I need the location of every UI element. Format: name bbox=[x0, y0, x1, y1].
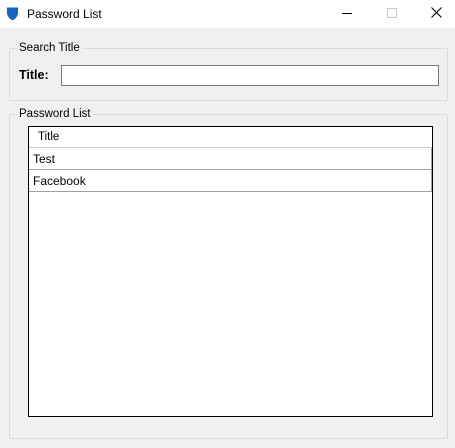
maximize-icon bbox=[386, 7, 397, 21]
password-list-view[interactable]: Title Test Facebook bbox=[28, 126, 433, 417]
list-item[interactable]: Test bbox=[29, 148, 432, 170]
shield-icon bbox=[6, 6, 19, 21]
minimize-button[interactable] bbox=[324, 0, 369, 28]
minimize-icon bbox=[341, 7, 352, 21]
maximize-button[interactable] bbox=[369, 0, 414, 28]
title-label: Title: bbox=[19, 68, 49, 82]
list-header: Title bbox=[29, 127, 432, 148]
search-title-legend: Search Title bbox=[17, 41, 82, 55]
password-list-legend: Password List bbox=[17, 107, 93, 121]
list-item-label: Facebook bbox=[33, 174, 86, 188]
title-search-input[interactable] bbox=[61, 65, 439, 86]
close-button[interactable] bbox=[414, 0, 455, 28]
window-title: Password List bbox=[27, 7, 102, 21]
column-header-title[interactable]: Title bbox=[38, 131, 59, 143]
list-item[interactable]: Facebook bbox=[29, 170, 432, 192]
password-list-window: Password List Search Title Title: Passwo… bbox=[0, 0, 455, 448]
title-bar[interactable]: Password List bbox=[0, 0, 455, 28]
close-icon bbox=[431, 7, 442, 21]
list-item-label: Test bbox=[33, 152, 56, 166]
